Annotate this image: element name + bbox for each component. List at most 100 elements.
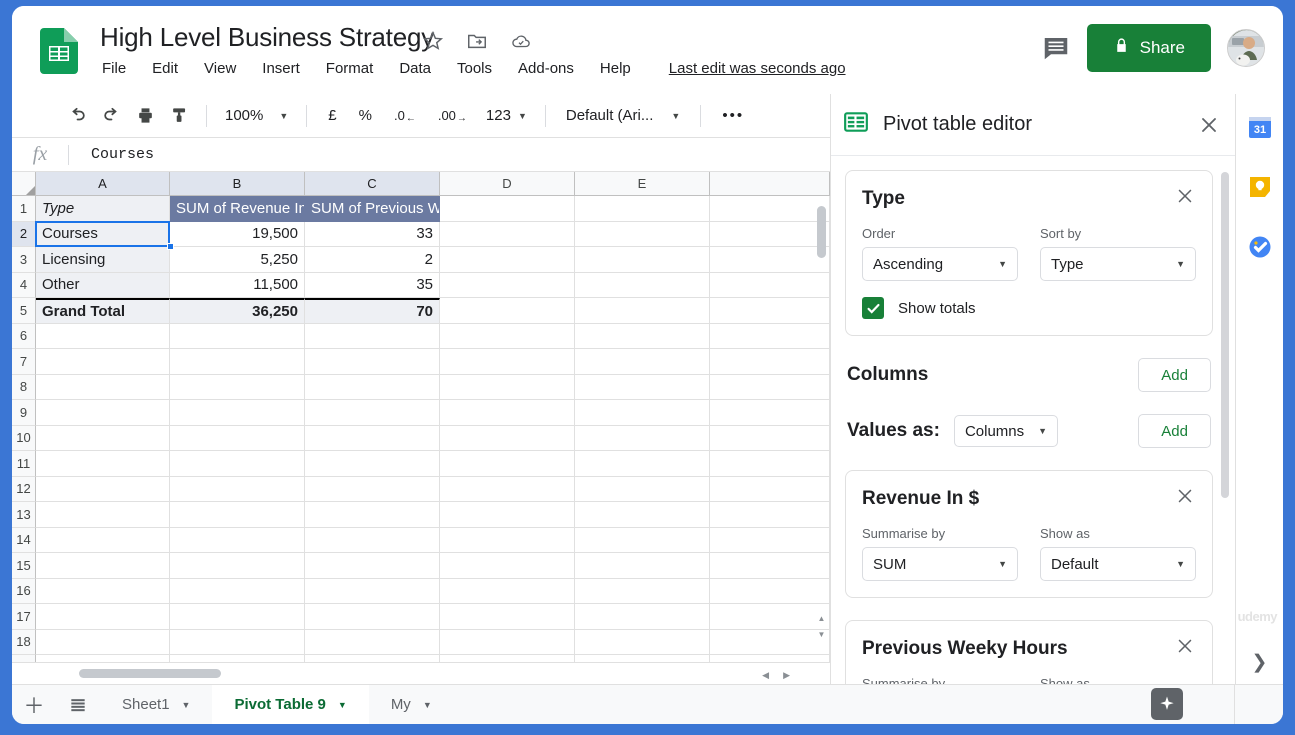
cell-B1[interactable]: SUM of Revenue In $ (170, 196, 305, 222)
cell-D4[interactable] (440, 272, 575, 298)
cell-C12[interactable] (305, 476, 440, 502)
cell-C10[interactable] (305, 425, 440, 451)
cell-B15[interactable] (170, 553, 305, 579)
cell-B5[interactable]: 36,250 (170, 298, 305, 324)
show-totals-checkbox[interactable] (862, 297, 884, 319)
cell-D10[interactable] (440, 425, 575, 451)
cell-D3[interactable] (440, 247, 575, 273)
google-keep-icon[interactable] (1247, 174, 1273, 200)
user-avatar[interactable] (1227, 29, 1265, 67)
cell-x8[interactable] (710, 374, 830, 400)
cell-B6[interactable] (170, 323, 305, 349)
summarise-select[interactable]: SUM ▼ (862, 547, 1018, 581)
cell-E16[interactable] (575, 578, 710, 604)
row-header-8[interactable]: 8 (12, 374, 36, 400)
cell-B2[interactable]: 19,500 (170, 221, 305, 247)
grid-vscroll-thumb[interactable] (817, 206, 826, 258)
document-title[interactable]: High Level Business Strategy (100, 22, 434, 53)
chevron-right-icon[interactable]: ❯ (1252, 651, 1268, 674)
cell-C9[interactable] (305, 400, 440, 426)
cell-E6[interactable] (575, 323, 710, 349)
row-header-9[interactable]: 9 (12, 400, 36, 426)
close-icon[interactable] (1197, 113, 1221, 137)
cell-A17[interactable] (36, 604, 170, 630)
star-icon[interactable] (422, 30, 444, 52)
menu-data[interactable]: Data (397, 58, 433, 79)
cell-B13[interactable] (170, 502, 305, 528)
cell-x12[interactable] (710, 476, 830, 502)
column-header-D[interactable]: D (440, 172, 575, 196)
column-header-B[interactable]: B (170, 172, 305, 196)
cell-E3[interactable] (575, 247, 710, 273)
cell-D15[interactable] (440, 553, 575, 579)
cell-D8[interactable] (440, 374, 575, 400)
share-button[interactable]: Share (1086, 24, 1211, 72)
cell-x11[interactable] (710, 451, 830, 477)
cell-x3[interactable] (710, 247, 830, 273)
menu-view[interactable]: View (202, 58, 238, 79)
cell-E13[interactable] (575, 502, 710, 528)
cell-A16[interactable] (36, 578, 170, 604)
row-header-4[interactable]: 4 (12, 272, 36, 298)
cell-x9[interactable] (710, 400, 830, 426)
scroll-left-arrow[interactable]: ◀ (762, 670, 769, 681)
google-tasks-icon[interactable] (1247, 234, 1273, 260)
cell-C3[interactable]: 2 (305, 247, 440, 273)
column-header-C[interactable]: C (305, 172, 440, 196)
sheet-tab-my[interactable]: My ▼ (369, 685, 454, 725)
number-format-selector[interactable]: 123 ▼ (478, 101, 535, 131)
cell-D6[interactable] (440, 323, 575, 349)
cell-C7[interactable] (305, 349, 440, 375)
cell-A8[interactable] (36, 374, 170, 400)
row-header-15[interactable]: 15 (12, 553, 36, 579)
cell-B4[interactable]: 11,500 (170, 272, 305, 298)
menu-insert[interactable]: Insert (260, 58, 302, 79)
cell-B3[interactable]: 5,250 (170, 247, 305, 273)
cell-D13[interactable] (440, 502, 575, 528)
cell-E4[interactable] (575, 272, 710, 298)
cell-E18[interactable] (575, 629, 710, 655)
scroll-up-arrow[interactable]: ▲ (815, 611, 828, 626)
google-calendar-icon[interactable]: 31 (1247, 114, 1273, 140)
values-as-select[interactable]: Columns ▼ (953, 415, 1059, 447)
scroll-down-arrow[interactable]: ▼ (815, 627, 828, 642)
grid-vertical-scrollbar[interactable] (815, 198, 828, 642)
sheets-logo-icon[interactable] (40, 28, 78, 74)
cell-x4[interactable] (710, 272, 830, 298)
cell-B8[interactable] (170, 374, 305, 400)
close-icon[interactable] (1174, 635, 1196, 662)
cell-E12[interactable] (575, 476, 710, 502)
close-icon[interactable] (1174, 185, 1196, 212)
chevron-down-icon[interactable]: ▼ (182, 700, 191, 710)
cell-x7[interactable] (710, 349, 830, 375)
cell-B16[interactable] (170, 578, 305, 604)
cell-E17[interactable] (575, 604, 710, 630)
cell-D2[interactable] (440, 221, 575, 247)
cell-C2[interactable]: 33 (305, 221, 440, 247)
more-options-button[interactable]: ••• (711, 101, 755, 131)
cloud-saved-icon[interactable] (510, 30, 532, 52)
row-header-12[interactable]: 12 (12, 476, 36, 502)
undo-icon[interactable] (60, 101, 94, 131)
menu-help[interactable]: Help (598, 58, 633, 79)
cell-A14[interactable] (36, 527, 170, 553)
cell-x15[interactable] (710, 553, 830, 579)
cell-E1[interactable] (575, 196, 710, 222)
cell-C6[interactable] (305, 323, 440, 349)
panel-scrollbar-thumb[interactable] (1221, 172, 1229, 498)
percent-format-button[interactable]: % (348, 101, 383, 131)
cell-A6[interactable] (36, 323, 170, 349)
cell-B17[interactable] (170, 604, 305, 630)
cell-C5[interactable]: 70 (305, 298, 440, 324)
cell-x14[interactable] (710, 527, 830, 553)
row-header-6[interactable]: 6 (12, 323, 36, 349)
cell-E14[interactable] (575, 527, 710, 553)
chevron-down-icon[interactable]: ▼ (423, 700, 432, 710)
cell-A3[interactable]: Licensing (36, 247, 170, 273)
select-all-corner[interactable] (12, 172, 36, 196)
cell-x18[interactable] (710, 629, 830, 655)
columns-add-button[interactable]: Add (1138, 358, 1211, 392)
values-add-button[interactable]: Add (1138, 414, 1211, 448)
menu-tools[interactable]: Tools (455, 58, 494, 79)
row-header-13[interactable]: 13 (12, 502, 36, 528)
